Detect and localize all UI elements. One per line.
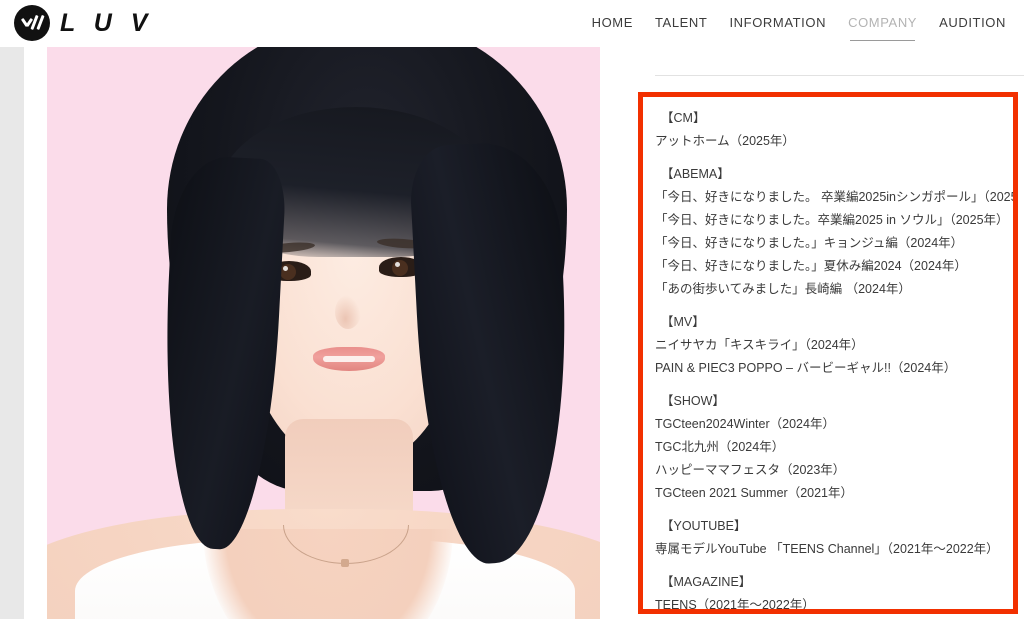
credit-line: ニイサヤカ「キスキライ」（2024年） <box>655 338 864 352</box>
section-divider <box>655 75 1024 76</box>
main-navigation: HOME TALENT INFORMATION COMPANY AUDITION <box>592 0 1006 47</box>
hair-strand-left <box>154 154 288 552</box>
credit-line: TGCteen 2021 Summer（2021年） <box>655 486 854 500</box>
credits-group-mv: 【MV】 ニイサヤカ「キスキライ」（2024年） PAIN & PIEC3 PO… <box>655 311 1003 380</box>
credit-line: 「今日、好きになりました。」夏休み編2024（2024年） <box>655 259 967 273</box>
credit-line: 「あの街歩いてみました」長崎編 （2024年） <box>655 282 911 296</box>
brand-wordmark: L U V <box>60 9 154 37</box>
site-header: L U V HOME TALENT INFORMATION COMPANY AU… <box>0 0 1024 47</box>
nav-item-talent[interactable]: TALENT <box>655 15 707 32</box>
group-heading: 【MAGAZINE】 <box>661 575 752 589</box>
nav-item-company[interactable]: COMPANY <box>848 15 917 41</box>
credit-line: 「今日、好きになりました。卒業編2025 in ソウル」（2025年） <box>655 213 1009 227</box>
profile-column: 【CM】 アットホーム（2025年） 【ABEMA】 「今日、好きになりました。… <box>638 47 1024 619</box>
credit-line: TGCteen2024Winter（2024年） <box>655 417 835 431</box>
group-heading: 【YOUTUBE】 <box>661 519 747 533</box>
nav-item-information[interactable]: INFORMATION <box>729 15 826 32</box>
nav-item-home[interactable]: HOME <box>592 15 633 32</box>
nav-item-audition[interactable]: AUDITION <box>939 15 1006 32</box>
credits-group-show: 【SHOW】 TGCteen2024Winter（2024年） TGC北九州（2… <box>655 390 1003 505</box>
credits-highlight-panel: 【CM】 アットホーム（2025年） 【ABEMA】 「今日、好きになりました。… <box>638 92 1018 614</box>
credit-line: 「今日、好きになりました。 卒業編2025inシンガポール」（2025年） <box>655 190 1018 204</box>
credit-line: 専属モデルYouTube 「TEENS Channel」（2021年～2022年… <box>655 542 999 556</box>
credit-line: PAIN & PIEC3 POPPO – バービーギャル!!（2024年） <box>655 361 957 375</box>
nose-shape <box>335 295 361 329</box>
credit-line: TGC北九州（2024年） <box>655 440 785 454</box>
brand-logo-link[interactable]: L U V <box>14 5 153 41</box>
hair-strand-right <box>408 139 578 567</box>
portrait-illustration <box>47 47 600 619</box>
luv-circle-logo-icon <box>14 5 50 41</box>
credits-group-magazine: 【MAGAZINE】 TEENS（2021年～2022年） <box>655 571 1003 612</box>
credits-group-cm: 【CM】 アットホーム（2025年） <box>655 107 1003 153</box>
credits-group-youtube: 【YOUTUBE】 専属モデルYouTube 「TEENS Channel」（2… <box>655 515 1003 561</box>
group-heading: 【CM】 <box>661 111 706 125</box>
credits-group-abema: 【ABEMA】 「今日、好きになりました。 卒業編2025inシンガポール」（2… <box>655 163 1018 301</box>
left-gutter-strip <box>0 47 24 619</box>
credit-line: アットホーム（2025年） <box>655 134 795 148</box>
credit-line: TEENS（2021年～2022年） <box>655 598 815 612</box>
talent-portrait-photo <box>47 47 600 619</box>
group-heading: 【MV】 <box>661 315 705 329</box>
group-heading: 【ABEMA】 <box>661 167 730 181</box>
group-heading: 【SHOW】 <box>661 394 725 408</box>
page-root: L U V HOME TALENT INFORMATION COMPANY AU… <box>0 0 1024 619</box>
credit-line: 「今日、好きになりました。」キョンジュ編（2024年） <box>655 236 964 250</box>
credit-line: ハッピーママフェスタ（2023年） <box>655 463 846 477</box>
credits-list: 【CM】 アットホーム（2025年） 【ABEMA】 「今日、好きになりました。… <box>643 97 1018 612</box>
